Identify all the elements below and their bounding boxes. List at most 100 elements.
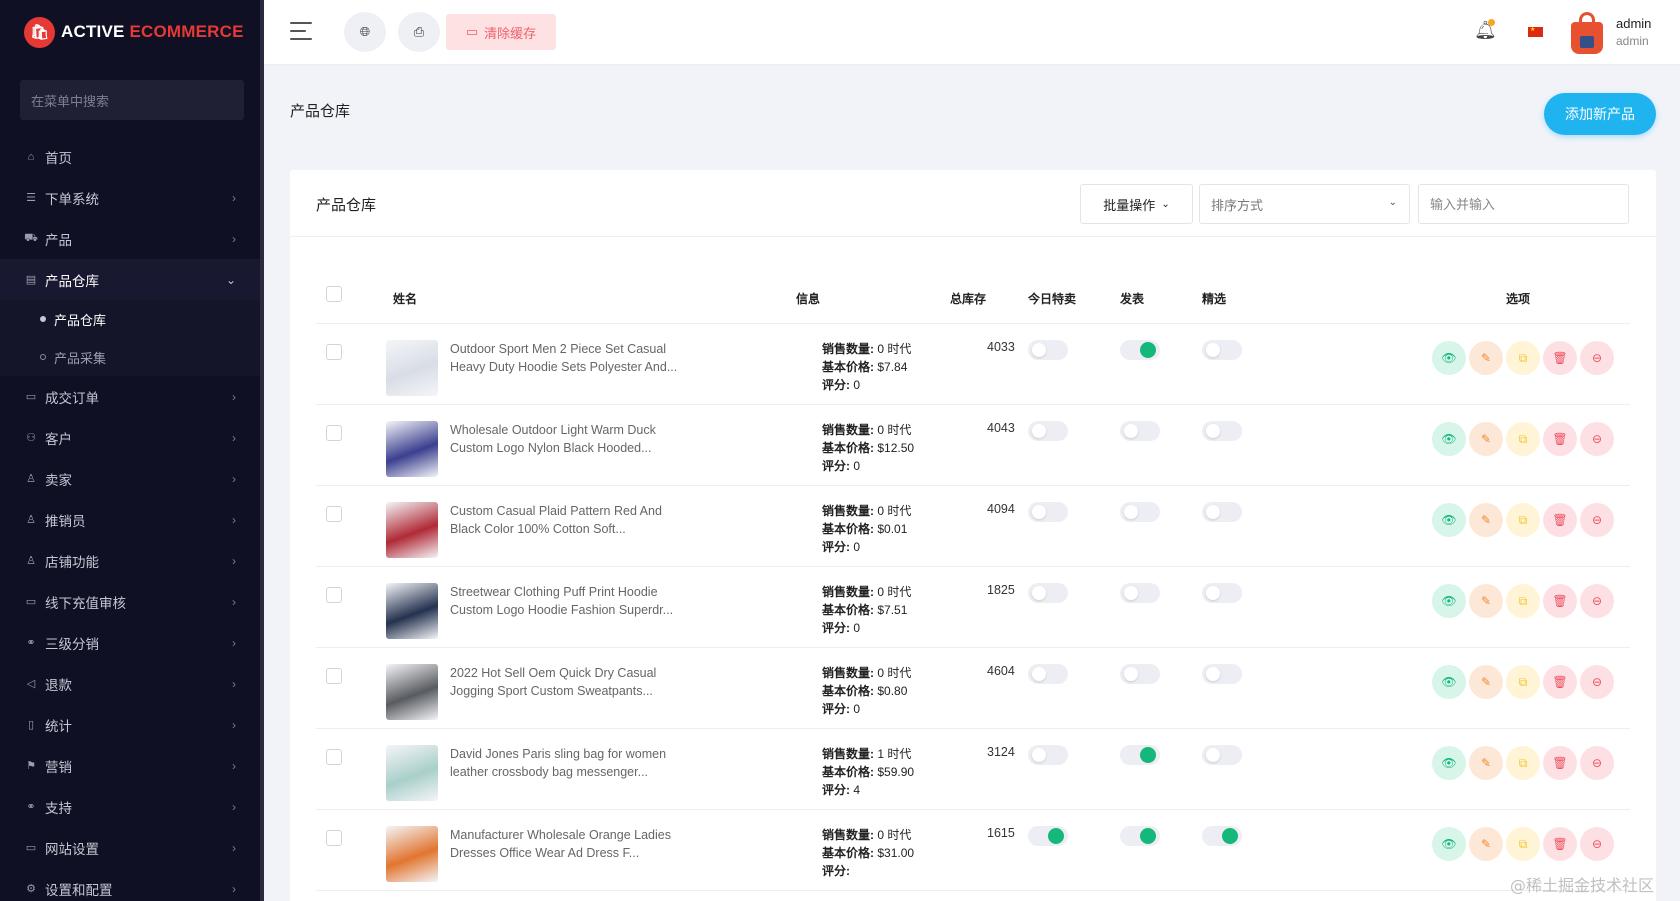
product-thumbnail[interactable] — [386, 664, 438, 720]
del-button[interactable]: 🗑︎ — [1543, 503, 1577, 537]
del-button[interactable]: 🗑︎ — [1543, 827, 1577, 861]
del-button[interactable]: 🗑︎ — [1543, 584, 1577, 618]
more-button[interactable]: ⊖ — [1580, 341, 1614, 375]
product-name[interactable]: Custom Casual Plaid Pattern Red And Blac… — [450, 502, 682, 538]
brand-logo[interactable]: 🛍 ACTIVE ECOMMERCE — [0, 0, 264, 64]
copy-button[interactable]: ⧉ — [1506, 584, 1540, 618]
edit-button[interactable]: ✎ — [1469, 584, 1503, 618]
sidebar-subitem-0[interactable]: 产品仓库 — [0, 300, 264, 338]
user-name[interactable]: admin — [1616, 16, 1651, 31]
publish-toggle[interactable] — [1120, 340, 1160, 360]
edit-button[interactable]: ✎ — [1469, 827, 1503, 861]
copy-button[interactable]: ⧉ — [1506, 503, 1540, 537]
product-name[interactable]: Wholesale Outdoor Light Warm Duck Custom… — [450, 421, 682, 457]
edit-button[interactable]: ✎ — [1469, 422, 1503, 456]
product-thumbnail[interactable] — [386, 826, 438, 882]
copy-button[interactable]: ⧉ — [1506, 341, 1540, 375]
view-button[interactable]: 👁︎ — [1432, 746, 1466, 780]
sidebar-item-4[interactable]: ▭ 成交订单 › — [0, 376, 264, 417]
featured-toggle[interactable] — [1202, 502, 1242, 522]
today-deal-toggle[interactable] — [1028, 745, 1068, 765]
more-button[interactable]: ⊖ — [1580, 827, 1614, 861]
publish-toggle[interactable] — [1120, 826, 1160, 846]
publish-toggle[interactable] — [1120, 664, 1160, 684]
sidebar-item-9[interactable]: ▭ 线下充值审核 › — [0, 581, 264, 622]
row-checkbox[interactable] — [326, 749, 342, 765]
edit-button[interactable]: ✎ — [1469, 746, 1503, 780]
publish-toggle[interactable] — [1120, 583, 1160, 603]
sidebar-item-16[interactable]: ⚙ 设置和配置 › — [0, 868, 264, 901]
publish-toggle[interactable] — [1120, 745, 1160, 765]
more-button[interactable]: ⊖ — [1580, 665, 1614, 699]
product-thumbnail[interactable] — [386, 340, 438, 396]
featured-toggle[interactable] — [1202, 826, 1242, 846]
featured-toggle[interactable] — [1202, 421, 1242, 441]
del-button[interactable]: 🗑︎ — [1543, 746, 1577, 780]
edit-button[interactable]: ✎ — [1469, 665, 1503, 699]
sidebar-item-5[interactable]: ⚇ 客户 › — [0, 417, 264, 458]
featured-toggle[interactable] — [1202, 583, 1242, 603]
hamburger-menu-icon[interactable] — [290, 22, 312, 42]
view-button[interactable]: 👁︎ — [1432, 665, 1466, 699]
product-search-input[interactable] — [1418, 184, 1629, 224]
featured-toggle[interactable] — [1202, 664, 1242, 684]
globe-button[interactable]: 🌐︎ — [344, 12, 386, 52]
view-button[interactable]: 👁︎ — [1432, 341, 1466, 375]
today-deal-toggle[interactable] — [1028, 502, 1068, 522]
sidebar-item-6[interactable]: ♙ 卖家 › — [0, 458, 264, 499]
product-name[interactable]: Outdoor Sport Men 2 Piece Set Casual Hea… — [450, 340, 682, 376]
row-checkbox[interactable] — [326, 506, 342, 522]
sidebar-item-1[interactable]: ☰ 下单系统 › — [0, 177, 264, 218]
sidebar-item-15[interactable]: ▭ 网站设置 › — [0, 827, 264, 868]
view-button[interactable]: 👁︎ — [1432, 584, 1466, 618]
copy-button[interactable]: ⧉ — [1506, 827, 1540, 861]
product-thumbnail[interactable] — [386, 745, 438, 801]
today-deal-toggle[interactable] — [1028, 664, 1068, 684]
more-button[interactable]: ⊖ — [1580, 422, 1614, 456]
sidebar-item-12[interactable]: ▯ 统计 › — [0, 704, 264, 745]
more-button[interactable]: ⊖ — [1580, 746, 1614, 780]
featured-toggle[interactable] — [1202, 745, 1242, 765]
sidebar-item-3[interactable]: ▤ 产品仓库 ⌄ — [0, 259, 264, 300]
avatar[interactable] — [1569, 10, 1605, 54]
today-deal-toggle[interactable] — [1028, 340, 1068, 360]
row-checkbox[interactable] — [326, 587, 342, 603]
today-deal-toggle[interactable] — [1028, 421, 1068, 441]
sidebar-scrollbar[interactable] — [260, 0, 264, 901]
row-checkbox[interactable] — [326, 830, 342, 846]
today-deal-toggle[interactable] — [1028, 583, 1068, 603]
more-button[interactable]: ⊖ — [1580, 503, 1614, 537]
featured-toggle[interactable] — [1202, 340, 1242, 360]
more-button[interactable]: ⊖ — [1580, 584, 1614, 618]
select-all-checkbox[interactable] — [326, 286, 342, 302]
row-checkbox[interactable] — [326, 344, 342, 360]
sidebar-item-10[interactable]: ⚭ 三级分销 › — [0, 622, 264, 663]
product-thumbnail[interactable] — [386, 583, 438, 639]
copy-button[interactable]: ⧉ — [1506, 746, 1540, 780]
clear-cache-button[interactable]: ▭ 清除缓存 — [446, 14, 556, 50]
del-button[interactable]: 🗑︎ — [1543, 665, 1577, 699]
view-button[interactable]: 👁︎ — [1432, 422, 1466, 456]
sidebar-item-8[interactable]: ♙ 店铺功能 › — [0, 540, 264, 581]
sort-select[interactable]: 排序方式 ⌄ — [1199, 184, 1410, 224]
product-name[interactable]: Streetwear Clothing Puff Print Hoodie Cu… — [450, 583, 682, 619]
product-thumbnail[interactable] — [386, 502, 438, 558]
sidebar-item-7[interactable]: ♙ 推销员 › — [0, 499, 264, 540]
menu-search-input[interactable]: 在菜单中搜索 — [20, 80, 244, 120]
sidebar-item-0[interactable]: ⌂ 首页 — [0, 136, 264, 177]
edit-button[interactable]: ✎ — [1469, 341, 1503, 375]
view-button[interactable]: 👁︎ — [1432, 503, 1466, 537]
product-thumbnail[interactable] — [386, 421, 438, 477]
product-name[interactable]: Manufacturer Wholesale Orange Ladies Dre… — [450, 826, 682, 862]
sidebar-item-13[interactable]: ⚑ 营销 › — [0, 745, 264, 786]
publish-toggle[interactable] — [1120, 421, 1160, 441]
bulk-action-dropdown[interactable]: 批量操作 ⌄ — [1080, 184, 1193, 224]
copy-button[interactable]: ⧉ — [1506, 422, 1540, 456]
product-name[interactable]: 2022 Hot Sell Oem Quick Dry Casual Joggi… — [450, 664, 682, 700]
add-product-button[interactable]: 添加新产品 — [1544, 93, 1656, 135]
row-checkbox[interactable] — [326, 425, 342, 441]
edit-button[interactable]: ✎ — [1469, 503, 1503, 537]
del-button[interactable]: 🗑︎ — [1543, 422, 1577, 456]
view-button[interactable]: 👁︎ — [1432, 827, 1466, 861]
sidebar-item-2[interactable]: ⛟ 产品 › — [0, 218, 264, 259]
